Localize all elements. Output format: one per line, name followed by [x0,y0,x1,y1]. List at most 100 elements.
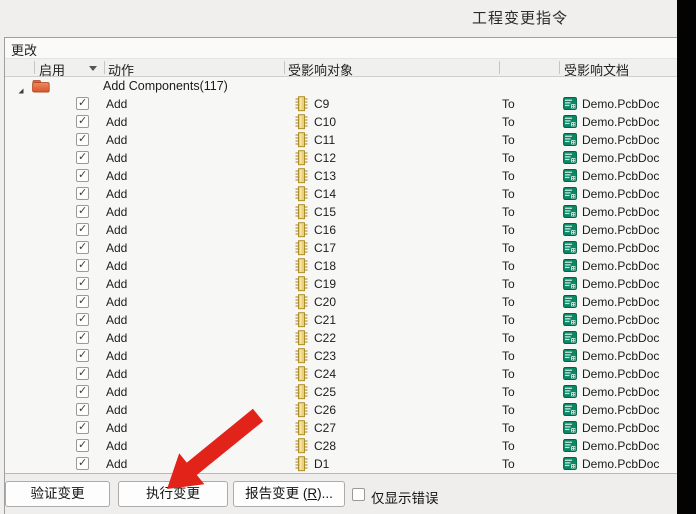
row-checkbox[interactable] [76,223,89,236]
row-direction: To [502,115,515,129]
row-checkbox[interactable] [76,259,89,272]
row-checkbox[interactable] [76,385,89,398]
eco-dialog: 工程变更指令 更改 启用 动作 受影响对象 受影响文档 [0,0,696,514]
validate-changes-button[interactable]: 验证变更 [5,481,110,507]
row-direction: To [502,403,515,417]
row-document: Demo.PcbDoc [582,313,659,327]
row-direction: To [502,277,515,291]
row-checkbox[interactable] [76,133,89,146]
filter-dropdown-icon[interactable] [89,66,97,71]
row-checkbox[interactable] [76,367,89,380]
row-object: C25 [314,385,336,399]
row-direction: To [502,313,515,327]
row-object: C13 [314,169,336,183]
table-row[interactable]: Add C27 To [5,419,677,437]
group-row-label: Add Components(117) [103,79,228,93]
column-separator [284,61,285,74]
table-row[interactable]: Add C9 To [5,95,677,113]
row-document: Demo.PcbDoc [582,259,659,273]
group-row-add-components[interactable]: Add Components(117) [5,77,677,95]
only-show-errors-checkbox[interactable] [352,488,365,501]
row-direction: To [502,421,515,435]
table-row[interactable]: Add C18 To [5,257,677,275]
row-direction: To [502,295,515,309]
column-separator [104,61,105,74]
table-row[interactable]: Add C13 To [5,167,677,185]
table-row[interactable]: Add C26 To [5,401,677,419]
row-action: Add [106,331,127,345]
row-checkbox[interactable] [76,457,89,470]
row-action: Add [106,367,127,381]
table-row[interactable]: Add C16 To [5,221,677,239]
row-document: Demo.PcbDoc [582,367,659,381]
changes-group-label: 更改 [11,40,37,59]
row-checkbox[interactable] [76,241,89,254]
row-document: Demo.PcbDoc [582,205,659,219]
callout-arrow-icon [140,405,280,500]
row-direction: To [502,241,515,255]
row-checkbox[interactable] [76,439,89,452]
table-row[interactable]: Add D1 To [5,455,677,473]
row-action: Add [106,313,127,327]
row-document: Demo.PcbDoc [582,223,659,237]
row-direction: To [502,457,515,471]
row-object: C27 [314,421,336,435]
row-object: C14 [314,187,336,201]
row-document: Demo.PcbDoc [582,331,659,345]
table-row[interactable]: Add C11 To [5,131,677,149]
row-checkbox[interactable] [76,169,89,182]
row-object: C15 [314,205,336,219]
row-object: C20 [314,295,336,309]
row-checkbox[interactable] [76,421,89,434]
row-action: Add [106,385,127,399]
row-checkbox[interactable] [76,349,89,362]
row-checkbox[interactable] [76,115,89,128]
row-object: C28 [314,439,336,453]
table-row[interactable]: Add C25 To [5,383,677,401]
row-checkbox[interactable] [76,97,89,110]
row-checkbox[interactable] [76,277,89,290]
row-direction: To [502,205,515,219]
row-direction: To [502,331,515,345]
row-document: Demo.PcbDoc [582,151,659,165]
table-row[interactable]: Add C23 To [5,347,677,365]
row-action: Add [106,169,127,183]
row-action: Add [106,97,127,111]
table-row[interactable]: Add C10 To [5,113,677,131]
row-document: Demo.PcbDoc [582,457,659,471]
row-checkbox[interactable] [76,205,89,218]
report-label-suffix: )... [317,486,333,501]
row-direction: To [502,187,515,201]
row-checkbox[interactable] [76,295,89,308]
row-direction: To [502,97,515,111]
screenshot-black-edge [677,0,696,514]
table-row[interactable]: Add C12 To [5,149,677,167]
table-row[interactable]: Add C28 To [5,437,677,455]
table-row[interactable]: Add C17 To [5,239,677,257]
row-checkbox[interactable] [76,403,89,416]
column-separator [34,61,35,74]
row-object: C17 [314,241,336,255]
row-checkbox[interactable] [76,187,89,200]
row-object: C22 [314,331,336,345]
row-checkbox[interactable] [76,151,89,164]
table-row[interactable]: Add C24 To [5,365,677,383]
table-row[interactable]: Add C22 To [5,329,677,347]
row-object: C23 [314,349,336,363]
component-icon [295,456,308,477]
row-checkbox[interactable] [76,313,89,326]
table-row[interactable]: Add C21 To [5,311,677,329]
grid-rows: Add C9 To [5,95,677,474]
row-object: C18 [314,259,336,273]
row-document: Demo.PcbDoc [582,277,659,291]
row-action: Add [106,187,127,201]
row-document: Demo.PcbDoc [582,241,659,255]
table-row[interactable]: Add C20 To [5,293,677,311]
table-row[interactable]: Add C14 To [5,185,677,203]
row-document: Demo.PcbDoc [582,385,659,399]
row-direction: To [502,439,515,453]
table-row[interactable]: Add C15 To [5,203,677,221]
table-row[interactable]: Add C19 To [5,275,677,293]
row-action: Add [106,277,127,291]
row-checkbox[interactable] [76,331,89,344]
